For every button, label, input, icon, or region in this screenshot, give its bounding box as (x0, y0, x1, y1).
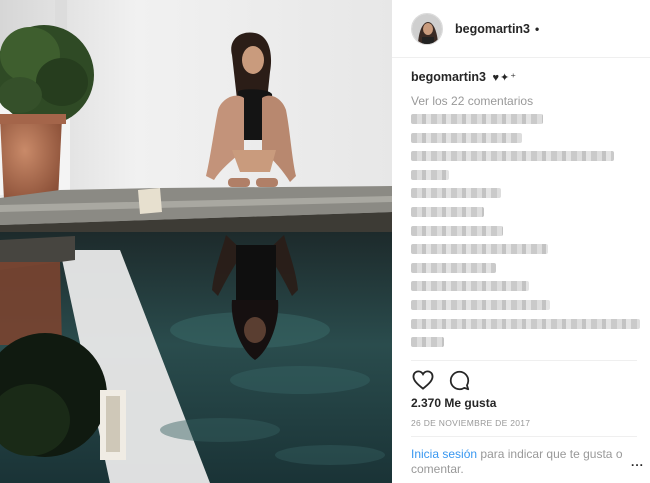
blurred-comment (411, 170, 449, 180)
comments-list (411, 114, 647, 354)
blurred-comment (411, 188, 501, 198)
blurred-comment (411, 244, 548, 254)
post-actions (411, 368, 483, 392)
post-caption: begomartin3 ♥✦⁺ (411, 70, 517, 84)
like-button[interactable] (411, 368, 435, 392)
blurred-comment (411, 300, 550, 310)
divider (411, 436, 637, 437)
blurred-comment (411, 151, 614, 161)
divider (411, 360, 637, 361)
caption-emoji: ♥✦⁺ (492, 72, 518, 84)
more-options-icon[interactable]: ... (631, 455, 644, 469)
login-link[interactable]: Inicia sesión (411, 447, 477, 461)
post-sidebar: begomartin3 • begomartin3 ♥✦⁺ Ver los 22… (392, 0, 650, 483)
blurred-comment (411, 337, 444, 347)
blurred-comment (411, 114, 543, 124)
blurred-comment (411, 133, 522, 143)
post-date: 26 DE NOVIEMBRE DE 2017 (411, 418, 531, 428)
likes-count[interactable]: 2.370 Me gusta (411, 396, 496, 410)
avatar[interactable] (411, 12, 443, 45)
blurred-comment (411, 207, 484, 217)
post-image (0, 0, 392, 483)
blurred-comment (411, 226, 503, 236)
heart-icon (412, 370, 434, 390)
post-photo[interactable] (0, 0, 392, 483)
login-prompt: Inicia sesión para indicar que te gusta … (411, 447, 625, 477)
blurred-comment (411, 319, 640, 329)
blurred-comment (411, 263, 496, 273)
comment-icon (449, 370, 469, 390)
view-comments-link[interactable]: Ver los 22 comentarios (411, 94, 533, 108)
header-username[interactable]: begomartin3 (455, 22, 530, 36)
caption-username[interactable]: begomartin3 (411, 70, 486, 84)
comment-button[interactable] (447, 368, 471, 392)
blurred-comment (411, 281, 529, 291)
post-header: begomartin3 • (392, 0, 650, 58)
follow-dot: • (535, 21, 540, 36)
